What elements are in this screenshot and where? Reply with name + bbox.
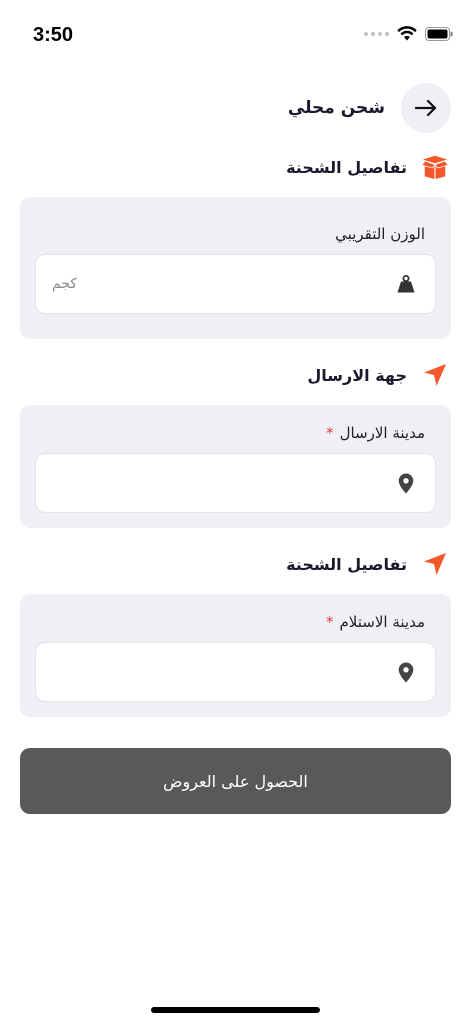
receiver-city-label: مدينة الاستلام * xyxy=(326,613,425,631)
receiver-card: مدينة الاستلام * xyxy=(20,594,451,717)
section-title-text: تفاصيل الشحنة xyxy=(286,157,407,177)
wifi-icon xyxy=(397,26,417,41)
required-mark: * xyxy=(326,424,334,442)
open-box-icon xyxy=(421,153,449,181)
screen: 3:50 شحن محلي تفاصيل الشحنة الوزن التقري… xyxy=(0,0,471,1024)
arrow-right-icon xyxy=(415,100,437,116)
back-button[interactable] xyxy=(401,83,451,133)
battery-icon xyxy=(425,26,453,41)
receiver-city-field[interactable] xyxy=(35,642,436,702)
weight-label: الوزن التقريبي xyxy=(335,225,425,243)
navigation-arrow-icon xyxy=(421,361,449,389)
location-pin-icon xyxy=(395,661,417,683)
required-mark: * xyxy=(326,613,334,631)
sender-city-label-text: مدينة الارسال xyxy=(339,424,425,442)
receiver-city-label-text: مدينة الاستلام xyxy=(339,613,425,631)
status-icons xyxy=(364,26,453,41)
sender-city-label: مدينة الارسال * xyxy=(326,424,425,442)
weight-icon xyxy=(395,273,417,295)
section-receiver: تفاصيل الشحنة xyxy=(286,548,449,580)
weight-card: الوزن التقريبي xyxy=(20,197,451,339)
home-indicator xyxy=(151,1007,320,1013)
location-pin-icon xyxy=(395,472,417,494)
get-offers-button[interactable]: الحصول على العروض xyxy=(20,748,451,814)
status-bar: 3:50 xyxy=(0,0,471,70)
weight-input[interactable] xyxy=(52,255,379,313)
sender-card: مدينة الارسال * xyxy=(20,405,451,528)
navigation-arrow-icon xyxy=(421,550,449,578)
header: شحن محلي xyxy=(20,82,451,134)
page-title: شحن محلي xyxy=(287,98,385,118)
status-time: 3:50 xyxy=(33,24,74,46)
signal-dots-icon xyxy=(364,31,389,36)
section-sender: جهة الارسال xyxy=(307,359,449,391)
section-title-text: جهة الارسال xyxy=(307,365,407,385)
section-shipment-details: تفاصيل الشحنة xyxy=(286,151,449,183)
section-title-text: تفاصيل الشحنة xyxy=(286,554,407,574)
weight-input-box[interactable] xyxy=(35,254,436,314)
sender-city-field[interactable] xyxy=(35,453,436,513)
